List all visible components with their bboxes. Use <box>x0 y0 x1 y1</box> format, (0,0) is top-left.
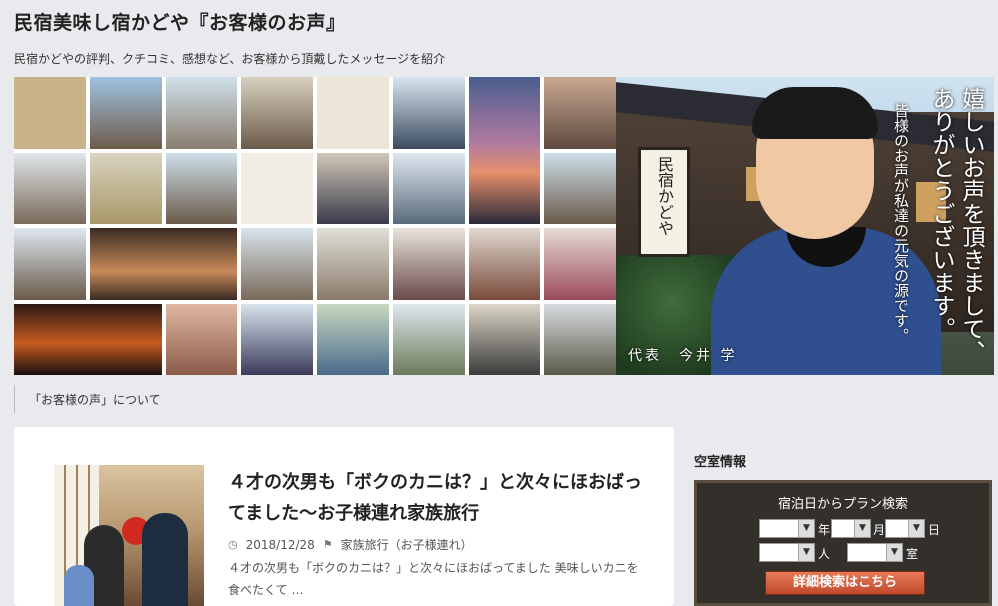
guest-photo <box>468 228 541 300</box>
guest-photo <box>14 228 86 300</box>
guest-photo <box>468 303 541 375</box>
thanks-submessage: 皆様のお声が私達の元気の源です。 <box>892 103 910 343</box>
room-unit: 室 <box>906 547 919 561</box>
breadcrumb-link[interactable]: 「お客様の声」について <box>14 385 161 413</box>
chevron-down-icon: ▼ <box>854 520 870 537</box>
guest-photo <box>165 77 238 149</box>
guest-photo <box>241 303 313 375</box>
month-unit: 月 <box>873 523 886 537</box>
chevron-down-icon: ▼ <box>798 544 814 561</box>
tag-icon: ⚑ <box>322 538 333 551</box>
day-select[interactable]: ▼ <box>885 519 925 538</box>
guest-photo <box>392 228 465 300</box>
post-date: 2018/12/28 <box>245 537 315 552</box>
plan-search-widget: 宿泊日からプラン検索 ▼ 年 ▼ 月 ▼ 日 ▼ 人 ▼ 室 詳細検索はこちら <box>694 480 992 606</box>
owner-portrait: 民宿かどや 嬉しいお声を頂きまして、ありがとうございます。 皆様のお声が私達の元… <box>616 77 994 375</box>
guest-photo <box>544 152 616 224</box>
guest-photo <box>241 77 313 149</box>
sunset-photo <box>468 77 541 224</box>
post-title[interactable]: ４才の次男も「ボクのカニは？」と次々にほおばってました～お子様連れ家族旅行 <box>228 467 648 529</box>
guest-photo <box>544 77 616 149</box>
guest-photo <box>14 77 86 149</box>
thanks-message: 嬉しいお声を頂きまして、ありがとうございます。 <box>928 87 984 363</box>
guest-photo <box>241 228 313 300</box>
guest-photo <box>392 77 465 149</box>
crab-photo <box>89 152 162 224</box>
guest-photo <box>544 303 616 375</box>
room-select[interactable]: ▼ <box>847 543 903 562</box>
charcoal-grill-photo <box>14 303 162 375</box>
chevron-down-icon: ▼ <box>798 520 814 537</box>
guest-photo <box>89 77 162 149</box>
guest-photo <box>544 228 616 300</box>
chevron-down-icon: ▼ <box>886 544 902 561</box>
day-unit: 日 <box>928 523 941 537</box>
guest-letter-photo <box>317 77 389 149</box>
guest-photo <box>14 152 86 224</box>
post-category[interactable]: 家族旅行（お子様連れ） <box>341 536 473 553</box>
header-banner: 民宿かどや 嬉しいお声を頂きまして、ありがとうございます。 皆様のお声が私達の元… <box>14 77 994 375</box>
plan-search-title: 宿泊日からプラン検索 <box>777 497 908 512</box>
guest-letter-photo <box>241 152 313 224</box>
guest-photo <box>317 228 389 300</box>
people-select[interactable]: ▼ <box>759 543 815 562</box>
grilled-crab-photo <box>89 228 238 300</box>
fish-photo <box>165 303 238 375</box>
guest-photo <box>392 303 465 375</box>
post-thumbnail[interactable] <box>54 465 204 606</box>
post-card[interactable]: ４才の次男も「ボクのカニは？」と次々にほおばってました～お子様連れ家族旅行 ◷ … <box>14 427 674 606</box>
post-excerpt: ４才の次男も「ボクのカニは？」と次々にほおばってました 美味しいカニを食べたくて… <box>228 561 639 597</box>
inn-sign: 民宿かどや <box>638 147 690 257</box>
guest-photo <box>392 152 465 224</box>
detail-search-button[interactable]: 詳細検索はこちら <box>765 571 925 595</box>
representative-name: 代表 今井 学 <box>628 348 738 364</box>
site-title[interactable]: 民宿美味し宿かどや『お客様のお声』 <box>14 8 346 35</box>
guest-photo-mosaic <box>14 77 616 375</box>
year-unit: 年 <box>818 523 831 537</box>
clock-icon: ◷ <box>228 538 238 551</box>
month-select[interactable]: ▼ <box>831 519 871 538</box>
guest-photo <box>317 303 389 375</box>
guest-photo <box>317 152 389 224</box>
year-select[interactable]: ▼ <box>759 519 815 538</box>
post-meta: ◷ 2018/12/28 ⚑ 家族旅行（お子様連れ） <box>228 536 473 553</box>
chevron-down-icon: ▼ <box>908 520 924 537</box>
vacancy-widget-title: 空室情報 <box>694 455 747 470</box>
people-unit: 人 <box>818 547 831 561</box>
site-description: 民宿かどやの評判、クチコミ、感想など、お客様から頂戴したメッセージを紹介 <box>14 52 446 66</box>
guest-photo <box>165 152 238 224</box>
